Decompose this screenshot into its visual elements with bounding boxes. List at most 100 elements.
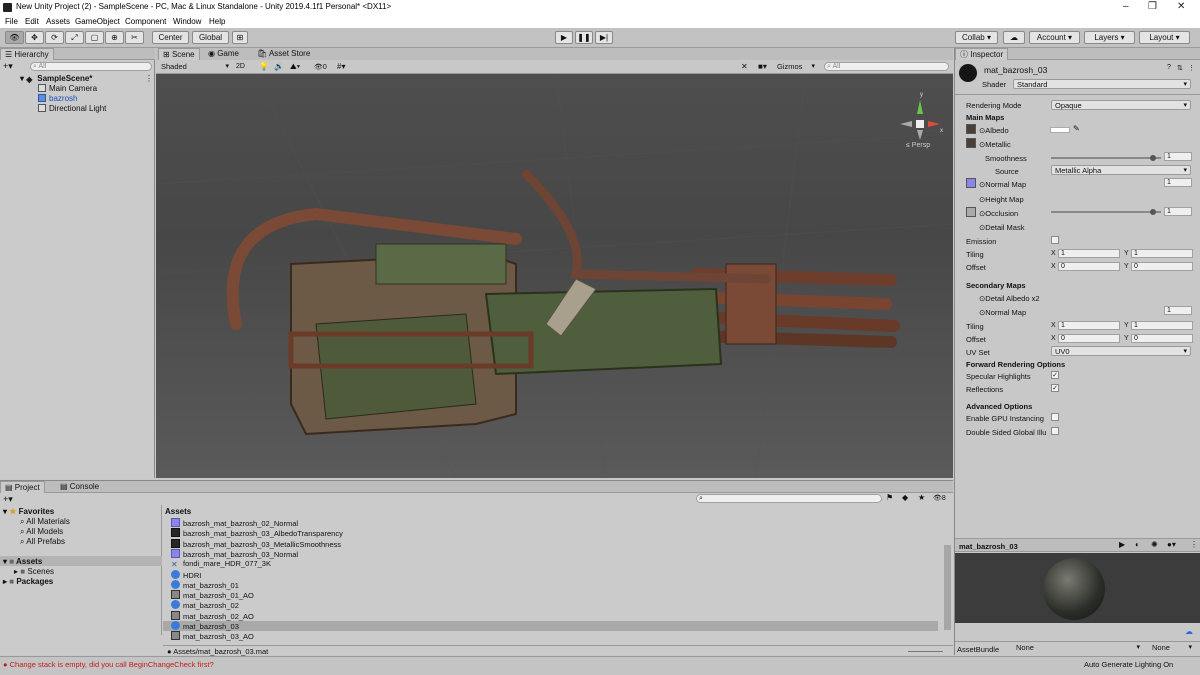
- tools-icon[interactable]: ✕: [741, 62, 748, 71]
- menu-window[interactable]: Window: [173, 17, 201, 26]
- hand-tool-icon[interactable]: 👁: [5, 31, 24, 44]
- close-icon[interactable]: ✕: [1177, 1, 1185, 12]
- slider-handle[interactable]: [1150, 155, 1157, 161]
- offset-x-field[interactable]: 0: [1058, 262, 1120, 271]
- eyedropper-icon[interactable]: ✎: [1073, 124, 1080, 133]
- tab-hierarchy[interactable]: ☰ Hierarchy: [0, 48, 54, 60]
- preview-sphere-icon[interactable]: ◐: [1135, 540, 1140, 549]
- emission-checkbox[interactable]: [1051, 236, 1059, 244]
- asset-row[interactable]: bazrosh_mat_bazrosh_03_AlbedoTransparenc…: [171, 528, 343, 538]
- cloud-icon[interactable]: ☁: [1003, 31, 1025, 44]
- metallic-texture-slot[interactable]: [966, 138, 976, 148]
- hierarchy-item-main-camera[interactable]: Main Camera: [38, 84, 97, 93]
- secondary-tiling-x-field[interactable]: 1: [1058, 321, 1120, 330]
- smoothness-slider[interactable]: [1051, 155, 1161, 161]
- create-icon[interactable]: +▾: [3, 61, 13, 72]
- normal-scale-field[interactable]: 1: [1164, 178, 1192, 187]
- minimize-icon[interactable]: –: [1123, 1, 1129, 12]
- scale-tool-icon[interactable]: ⤢: [65, 31, 84, 44]
- orientation-gizmo[interactable]: y x ≤ Persp: [898, 92, 948, 152]
- offset-y-field[interactable]: 0: [1131, 262, 1193, 271]
- secondary-normal-scale-field[interactable]: 1: [1164, 306, 1192, 315]
- scene-viewport[interactable]: y x ≤ Persp: [155, 73, 954, 479]
- asset-row[interactable]: bazrosh_mat_bazrosh_03_Normal: [171, 548, 298, 559]
- rendering-mode-dropdown[interactable]: Opaque: [1051, 100, 1191, 110]
- context-menu-icon[interactable]: ⋮: [1188, 64, 1195, 72]
- specular-highlights-checkbox[interactable]: ✓: [1051, 371, 1059, 379]
- hidden-packages-count[interactable]: 👁8: [933, 494, 946, 502]
- favorites-folder[interactable]: ▾ ★ Favorites: [3, 507, 54, 516]
- favorite-all-materials[interactable]: ⌕ All Materials: [20, 517, 70, 527]
- rotate-tool-icon[interactable]: ⟳: [45, 31, 64, 44]
- menu-help[interactable]: Help: [209, 17, 225, 26]
- asset-row[interactable]: mat_bazrosh_02: [171, 600, 239, 610]
- step-button[interactable]: ▶|: [595, 31, 613, 44]
- asset-row[interactable]: bazrosh_mat_bazrosh_02_Normal: [171, 518, 298, 528]
- collab-button[interactable]: Collab ▾: [955, 31, 998, 44]
- asset-row[interactable]: bazrosh_mat_bazrosh_03_MetallicSmoothnes…: [171, 538, 341, 549]
- asset-row[interactable]: mat_bazrosh_01: [171, 579, 239, 590]
- pause-button[interactable]: ❚❚: [575, 31, 593, 44]
- uv-set-dropdown[interactable]: UV0: [1051, 346, 1191, 356]
- effects-icon[interactable]: ⛰▾: [290, 62, 300, 72]
- layers-dropdown[interactable]: Layers ▾: [1084, 31, 1135, 44]
- filter-type-icon[interactable]: ⚑: [886, 493, 893, 502]
- tab-console[interactable]: ▤ Console: [56, 481, 103, 493]
- occlusion-value-field[interactable]: 1: [1164, 207, 1192, 216]
- shader-dropdown[interactable]: Standard: [1013, 79, 1191, 89]
- pivot-center-button[interactable]: Center: [152, 31, 189, 44]
- audio-icon[interactable]: 🔊: [274, 62, 284, 71]
- menu-gameobject[interactable]: GameObject: [75, 17, 120, 26]
- occlusion-texture-slot[interactable]: [966, 207, 976, 217]
- account-dropdown[interactable]: Account ▾: [1029, 31, 1080, 44]
- scene-search-input[interactable]: ⌕ All: [824, 62, 949, 71]
- albedo-color-swatch[interactable]: [1050, 127, 1070, 133]
- grid-icon[interactable]: #▾: [337, 62, 345, 71]
- hierarchy-search-input[interactable]: ⌕ All: [30, 62, 152, 71]
- layout-dropdown[interactable]: Layout ▾: [1139, 31, 1190, 44]
- reflections-checkbox[interactable]: ✓: [1051, 384, 1059, 392]
- scene-root[interactable]: ▾ ◈ SampleScene*: [20, 74, 92, 84]
- tiling-y-field[interactable]: 1: [1131, 249, 1193, 258]
- projection-label[interactable]: ≤ Persp: [906, 142, 930, 149]
- favorite-all-models[interactable]: ⌕ All Models: [20, 527, 63, 537]
- lighting-icon[interactable]: 💡: [259, 62, 269, 71]
- packages-folder[interactable]: ▸ ■ Packages: [3, 577, 53, 586]
- double-sided-gi-checkbox[interactable]: [1051, 427, 1059, 435]
- project-search-input[interactable]: ⌕: [696, 494, 882, 503]
- secondary-tiling-y-field[interactable]: 1: [1131, 321, 1193, 330]
- normal-map-texture-slot[interactable]: [966, 178, 976, 188]
- hierarchy-item-directional-light[interactable]: Directional Light: [38, 104, 106, 113]
- assetbundle-variant-dropdown[interactable]: None: [1149, 643, 1195, 653]
- favorite-star-icon[interactable]: ★: [918, 493, 925, 502]
- tab-inspector[interactable]: ⓘ Inspector: [955, 48, 1009, 60]
- preset-icon[interactable]: ⇅: [1177, 64, 1183, 72]
- hierarchy-item-bazrosh[interactable]: bazrosh: [38, 94, 77, 103]
- asset-row[interactable]: ✕ fondi_mare_HDR_077_3K: [171, 559, 271, 569]
- preview-play-icon[interactable]: ▶: [1119, 540, 1125, 549]
- camera-icon[interactable]: ■▾: [758, 62, 767, 71]
- filter-label-icon[interactable]: ◆: [902, 493, 908, 502]
- grid-snap-icon[interactable]: ⊞: [232, 31, 248, 44]
- scene-menu-icon[interactable]: ⋮: [145, 74, 153, 83]
- move-tool-icon[interactable]: ✥: [25, 31, 44, 44]
- asset-row[interactable]: HDRI: [171, 569, 201, 580]
- slider-handle[interactable]: [1150, 209, 1157, 215]
- asset-row[interactable]: mat_bazrosh_01_AO: [171, 590, 254, 600]
- menu-edit[interactable]: Edit: [25, 17, 39, 26]
- rect-tool-icon[interactable]: ▢: [85, 31, 104, 44]
- icon-size-slider[interactable]: [908, 651, 943, 652]
- preview-shape-icon[interactable]: ●▾: [1167, 540, 1176, 549]
- 2d-toggle[interactable]: 2D: [236, 63, 245, 70]
- source-dropdown[interactable]: Metallic Alpha: [1051, 165, 1191, 175]
- secondary-offset-x-field[interactable]: 0: [1058, 334, 1120, 343]
- asset-row[interactable]: mat_bazrosh_03: [163, 621, 938, 631]
- transform-tool-icon[interactable]: ⊕: [105, 31, 124, 44]
- preview-menu-icon[interactable]: ⋮: [1190, 540, 1198, 549]
- tab-project[interactable]: ▤ Project: [0, 481, 45, 493]
- shading-mode-dropdown[interactable]: Shaded: [158, 62, 232, 72]
- maximize-icon[interactable]: ❐: [1148, 1, 1157, 12]
- secondary-offset-y-field[interactable]: 0: [1131, 334, 1193, 343]
- gpu-instancing-checkbox[interactable]: [1051, 413, 1059, 421]
- space-global-button[interactable]: Global: [192, 31, 229, 44]
